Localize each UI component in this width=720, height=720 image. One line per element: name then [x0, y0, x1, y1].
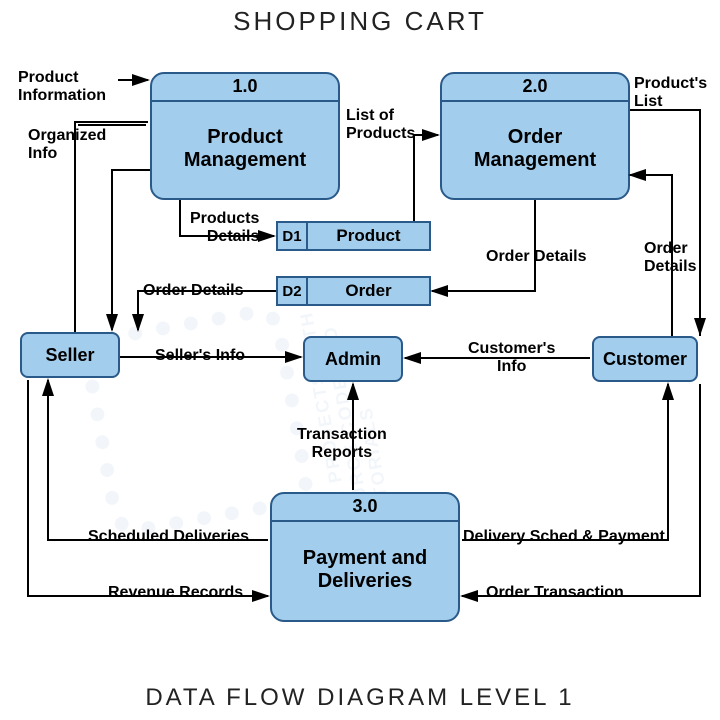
entity-customer: Customer — [592, 336, 698, 382]
flow-order-details-right: Order Details — [486, 248, 586, 266]
flow-products-details: Products Details — [190, 210, 259, 245]
flow-order-details-far-right: Order Details — [644, 240, 696, 275]
process-name: Order Management — [442, 102, 628, 196]
flow-transaction-reports: Transaction Reports — [297, 426, 387, 461]
flow-product-information: Product Information — [18, 69, 106, 104]
datastore-id: D2 — [278, 278, 308, 304]
flow-delivery-sched-payment: Delivery Sched & Payment — [463, 528, 665, 546]
datastore-name: Product — [308, 223, 429, 249]
process-product-management: 1.0 Product Management — [150, 72, 340, 200]
entity-seller: Seller — [20, 332, 120, 378]
flow-revenue-records: Revenue Records — [108, 584, 243, 602]
process-id: 3.0 — [272, 494, 458, 522]
diagram-title: SHOPPING CART — [0, 6, 720, 37]
flow-list-of-products: List of Products — [346, 107, 415, 142]
process-id: 1.0 — [152, 74, 338, 102]
datastore-name: Order — [308, 278, 429, 304]
process-name: Product Management — [152, 102, 338, 196]
flow-scheduled-deliveries: Scheduled Deliveries — [88, 528, 249, 546]
process-id: 2.0 — [442, 74, 628, 102]
flow-order-details-left: Order Details — [143, 282, 243, 300]
flow-order-transaction: Order Transaction — [486, 584, 624, 602]
datastore-product: D1 Product — [276, 221, 431, 251]
process-order-management: 2.0 Order Management — [440, 72, 630, 200]
process-payment-deliveries: 3.0 Payment and Deliveries — [270, 492, 460, 622]
entity-admin: Admin — [303, 336, 403, 382]
flow-customers-info: Customer's Info — [468, 340, 555, 375]
process-name: Payment and Deliveries — [272, 522, 458, 618]
datastore-order: D2 Order — [276, 276, 431, 306]
flow-organized-info: Organized Info — [28, 127, 106, 162]
datastore-id: D1 — [278, 223, 308, 249]
flow-products-list: Product's List — [634, 75, 707, 110]
flow-sellers-info: Seller's Info — [155, 347, 245, 365]
diagram-footer: DATA FLOW DIAGRAM LEVEL 1 — [0, 684, 720, 712]
